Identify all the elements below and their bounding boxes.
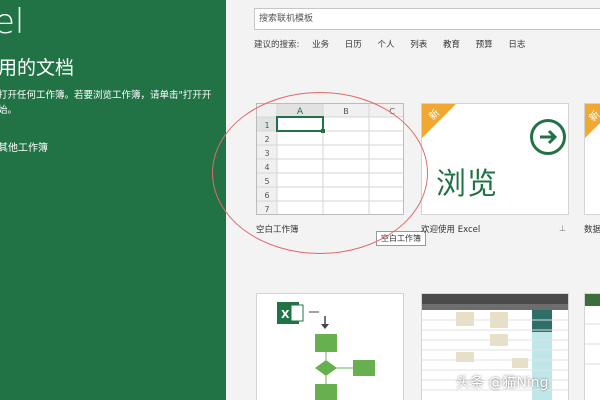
blank-workbook-caption: 空白工作簿 [256,225,299,235]
blank-workbook-grid: A B C 1 2 3 4 5 6 7 [257,104,403,214]
new-badge-partial: 新 [585,104,600,138]
template-gallery: 建议的搜索: 业务 日历 个人 列表 教育 预算 日志 [226,0,600,400]
data-template-caption: 数据 [584,225,600,235]
backstage-left-pane: el 用的文档 打开任何工作簿。若要浏览工作簿，请单击"打开开始。 其他工作簿 [0,0,226,400]
suggested-search-business[interactable]: 业务 [312,40,329,50]
suggested-searches-label: 建议的搜索: [254,40,300,50]
row-header-1: 1 [264,121,269,130]
watermark: 头条 @猫Ning [456,375,549,391]
new-badge: 新 [422,104,456,138]
data-template-tile[interactable]: 新 [584,103,600,215]
row-header-7: 7 [264,205,269,214]
welcome-tile-text: 浏览 [436,167,498,202]
svg-text:X: X [281,308,290,321]
column-header-a: A [297,107,304,117]
open-other-workbooks-link[interactable]: 其他工作簿 [0,142,48,156]
row-header-2: 2 [264,135,269,144]
row-header-5: 5 [264,177,269,186]
more-template-tile[interactable] [584,293,600,400]
welcome-to-excel-caption: 欢迎使用 Excel [421,225,481,235]
suggested-search-education[interactable]: 教育 [443,40,460,50]
blank-workbook-tile[interactable]: A B C 1 2 3 4 5 6 7 [256,103,404,215]
row-header-3: 3 [264,149,269,158]
suggested-search-log[interactable]: 日志 [508,40,525,50]
suggested-search-list[interactable]: 列表 [410,40,427,50]
suggested-searches: 建议的搜索: 业务 日历 个人 列表 教育 预算 日志 [254,38,538,50]
app-title: el [0,2,25,42]
row-header-6: 6 [264,191,269,200]
column-header-b: B [343,107,349,116]
flowchart-thumbnail: X [277,302,375,400]
recent-documents-title: 用的文档 [0,57,75,79]
suggested-search-budget[interactable]: 预算 [476,40,493,50]
suggested-search-calendar[interactable]: 日历 [345,40,362,50]
blank-workbook-tooltip: 空白工作簿 [376,231,426,246]
welcome-to-excel-tile[interactable]: 新 浏览 [421,103,569,215]
pin-icon[interactable]: ⊥ [559,224,566,233]
recent-documents-description: 打开任何工作簿。若要浏览工作簿，请单击"打开开始。 [0,90,212,116]
flowchart-template-tile[interactable]: X [256,293,404,400]
suggested-search-personal[interactable]: 个人 [378,40,395,50]
search-templates-input[interactable] [254,8,600,30]
row-header-4: 4 [264,163,269,172]
column-header-c: C [389,107,395,116]
arrow-right-icon [530,119,566,155]
